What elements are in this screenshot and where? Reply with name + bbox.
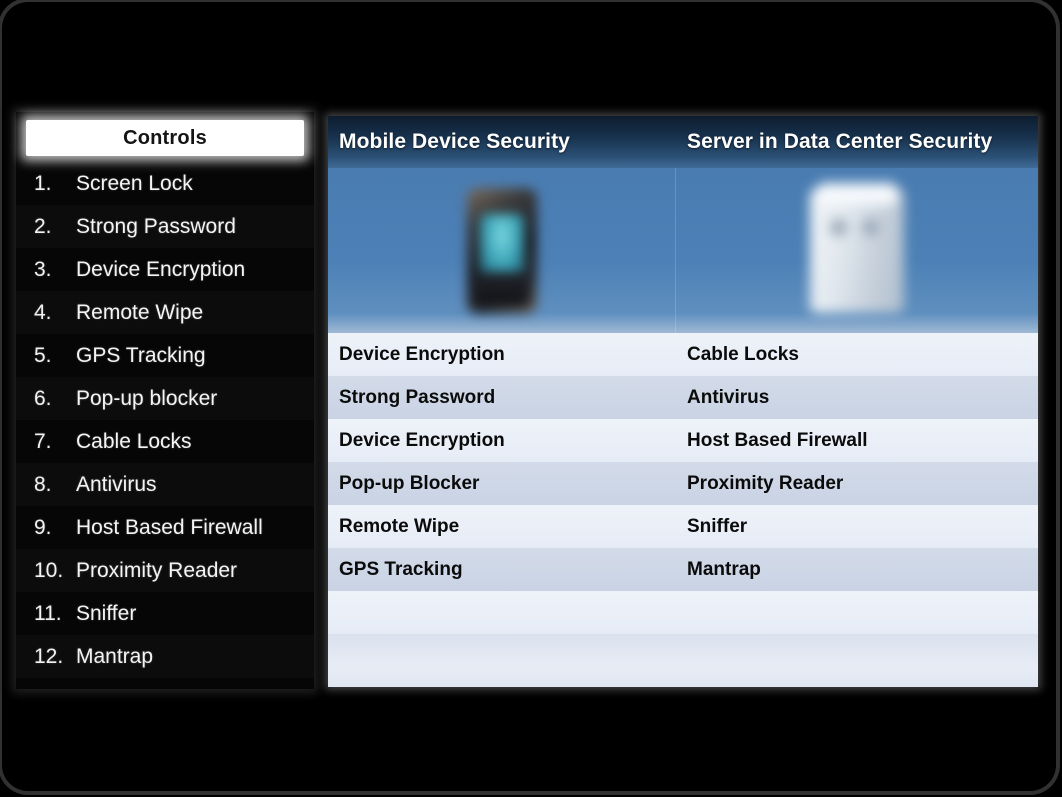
list-item[interactable]: 3. Device Encryption: [16, 248, 314, 291]
list-item-label: Host Based Firewall: [76, 515, 263, 539]
security-comparison-table: Mobile Device Security Server in Data Ce…: [328, 116, 1038, 687]
list-item-label: Remote Wipe: [76, 300, 204, 324]
controls-header-label: Controls: [123, 126, 207, 149]
controls-sidebar: Controls 1. Screen Lock 2. Strong Passwo…: [16, 112, 314, 689]
list-item-label: Device Encryption: [76, 257, 246, 281]
list-item-number: 12.: [34, 644, 64, 668]
table-row[interactable]: Strong Password Antivirus: [328, 376, 1038, 419]
list-item-number: 2.: [34, 214, 52, 238]
list-item-number: 6.: [34, 386, 52, 410]
list-item-number: 5.: [34, 343, 52, 367]
list-item-number: 7.: [34, 429, 52, 453]
controls-header: Controls: [26, 120, 304, 156]
list-item-number: 3.: [34, 257, 52, 281]
table-footer-spacer: [328, 634, 1038, 687]
list-item-label: Pop-up blocker: [76, 386, 218, 410]
list-item-number: 9.: [34, 515, 52, 539]
list-item-number: 4.: [34, 300, 52, 324]
list-item[interactable]: 10. Proximity Reader: [16, 549, 314, 592]
table-image-row: [328, 168, 1038, 333]
list-item-label: Mantrap: [76, 644, 154, 668]
column-header-mobile: Mobile Device Security: [339, 130, 570, 153]
cell-mobile: Remote Wipe: [339, 515, 460, 537]
smartphone-keypad: [474, 271, 529, 306]
cell-mobile: Pop-up Blocker: [339, 472, 480, 494]
list-item[interactable]: 1. Screen Lock: [16, 162, 314, 205]
server-vent-left: [830, 218, 847, 236]
list-item-label: Cable Locks: [76, 429, 192, 453]
list-item-label: GPS Tracking: [76, 343, 206, 367]
cell-server: Cable Locks: [687, 343, 799, 365]
list-item-number: 10.: [34, 558, 64, 582]
cell-server: Mantrap: [687, 558, 761, 580]
list-item[interactable]: 2. Strong Password: [16, 205, 314, 248]
list-item[interactable]: 5. GPS Tracking: [16, 334, 314, 377]
column-header-server: Server in Data Center Security: [687, 130, 993, 153]
controls-list: 1. Screen Lock 2. Strong Password 3. Dev…: [16, 162, 314, 678]
smartphone-icon: [466, 187, 537, 314]
slide-canvas: Controls 1. Screen Lock 2. Strong Passwo…: [0, 0, 1062, 797]
cell-server: [676, 591, 1038, 634]
list-item[interactable]: 6. Pop-up blocker: [16, 377, 314, 420]
table-row[interactable]: Device Encryption Cable Locks: [328, 333, 1038, 376]
cell-mobile: [328, 591, 676, 634]
list-item-label: Screen Lock: [76, 171, 193, 195]
table-row[interactable]: GPS Tracking Mantrap: [328, 548, 1038, 591]
cell-server: Antivirus: [687, 386, 770, 408]
list-item[interactable]: 4. Remote Wipe: [16, 291, 314, 334]
cell-server: Sniffer: [687, 515, 748, 537]
smartphone-image-cell: [328, 168, 676, 333]
cell-mobile: GPS Tracking: [339, 558, 463, 580]
table-row[interactable]: Pop-up Blocker Proximity Reader: [328, 462, 1038, 505]
cell-mobile: Strong Password: [339, 386, 496, 408]
smartphone-screen: [479, 213, 524, 276]
list-item-number: 1.: [34, 171, 52, 195]
server-image-cell: [676, 168, 1038, 333]
cell-mobile: Device Encryption: [339, 429, 505, 451]
table-row[interactable]: Remote Wipe Sniffer: [328, 505, 1038, 548]
list-item[interactable]: 9. Host Based Firewall: [16, 506, 314, 549]
list-item[interactable]: 11. Sniffer: [16, 592, 314, 635]
server-top-panel: [816, 182, 898, 205]
cell-server: Proximity Reader: [687, 472, 844, 494]
table-row[interactable]: Device Encryption Host Based Firewall: [328, 419, 1038, 462]
list-item[interactable]: 7. Cable Locks: [16, 420, 314, 463]
list-item-number: 11.: [34, 601, 62, 625]
table-row[interactable]: [328, 591, 1038, 634]
cell-mobile: Device Encryption: [339, 343, 505, 365]
server-chassis: [810, 188, 904, 313]
list-item-label: Sniffer: [76, 601, 137, 625]
list-item[interactable]: 12. Mantrap: [16, 635, 314, 678]
server-vent-right: [862, 218, 879, 236]
cell-server: Host Based Firewall: [687, 429, 868, 451]
server-tower-icon: [810, 182, 904, 313]
list-item-label: Strong Password: [76, 214, 236, 238]
list-item-label: Proximity Reader: [76, 558, 238, 582]
table-header-row: Mobile Device Security Server in Data Ce…: [328, 116, 1038, 168]
list-item-number: 8.: [34, 472, 52, 496]
list-item[interactable]: 8. Antivirus: [16, 463, 314, 506]
list-item-label: Antivirus: [76, 472, 157, 496]
